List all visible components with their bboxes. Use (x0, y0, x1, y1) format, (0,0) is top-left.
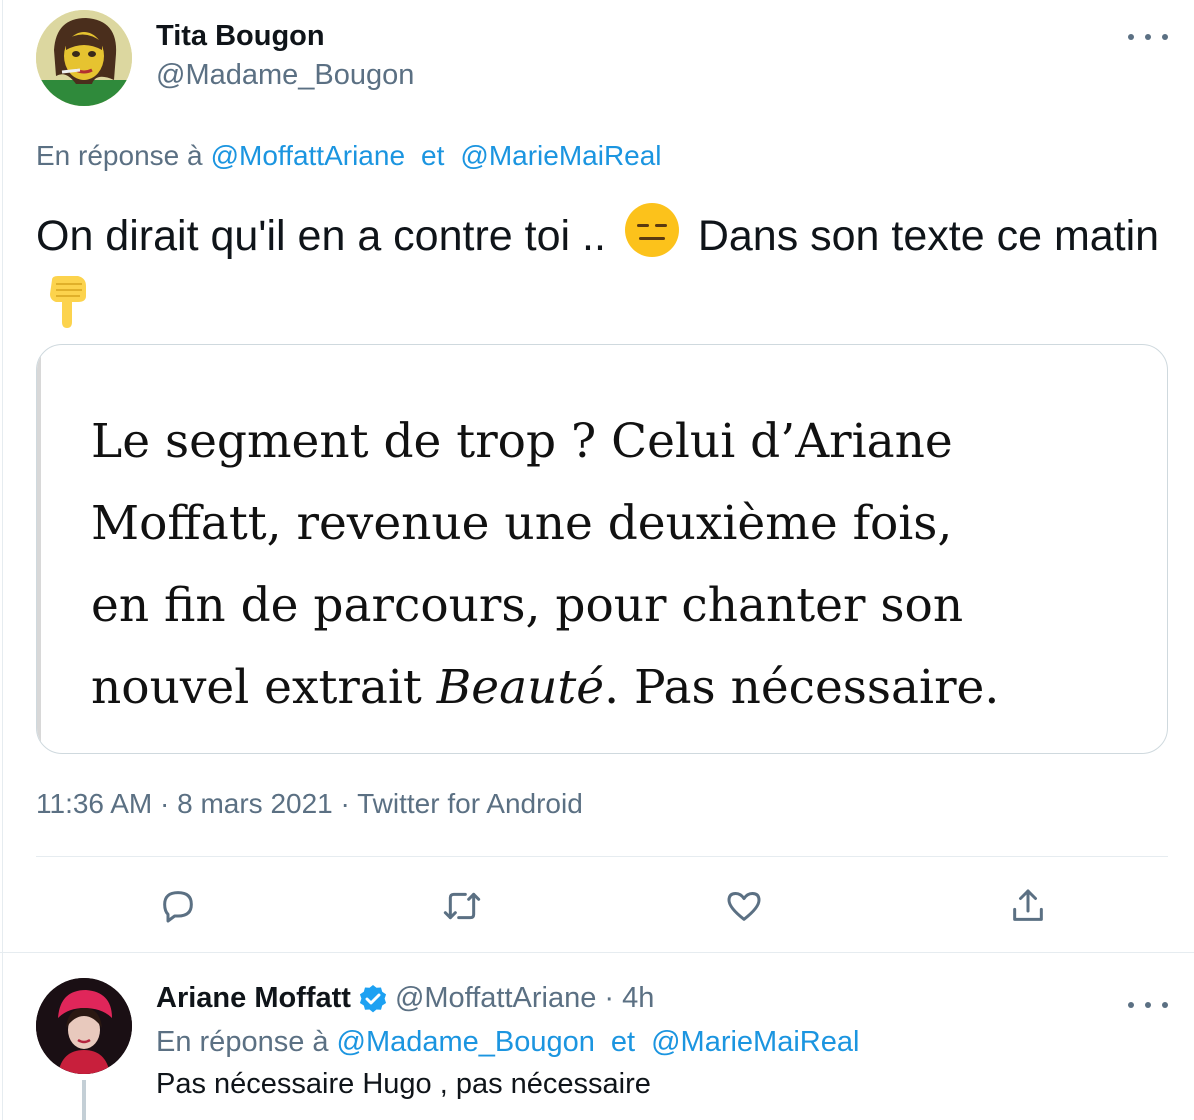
actions-divider (36, 856, 1168, 857)
reply-joiner: et (421, 140, 445, 171)
mention-link[interactable]: @MarieMaiReal (651, 1026, 859, 1058)
reply-context: En réponse à @Madame_Bougon et @MarieMaiRea… (156, 1026, 859, 1059)
more-icon[interactable] (1128, 22, 1168, 52)
retweet-icon[interactable] (440, 884, 484, 928)
author-handle[interactable]: @Madame_Bougon (156, 59, 414, 92)
media-quote-line: Le segment de trop ? Celui d’Ariane (91, 414, 953, 469)
backhand-index-pointing-down-emoji (42, 274, 94, 346)
mention-link[interactable]: @Madame_Bougon (337, 1026, 595, 1058)
like-icon[interactable] (722, 884, 766, 928)
share-icon[interactable] (1006, 884, 1050, 928)
media-quote-line: nouvel extrait Beauté. Pas nécessaire. (91, 647, 1131, 729)
main-tweet: Tita Bougon @Madame_Bougon En réponse à @… (0, 0, 1194, 953)
reply-header: Ariane Moffatt @MoffattAriane · 4h (156, 982, 654, 1015)
tweet-text-part-2: Dans son texte ce matin (697, 212, 1160, 260)
media-quote-line: en fin de parcours, pour chanter son (91, 578, 964, 633)
tweet-text: On dirait qu'il en a contre toi .. Dans … (36, 202, 1166, 346)
reply-tweet: Ariane Moffatt @MoffattAriane · 4h En ré… (0, 954, 1194, 1120)
reply-joiner: et (610, 1026, 636, 1058)
reply-icon[interactable] (156, 884, 200, 928)
media-edge (37, 345, 41, 753)
mention-link[interactable]: @MoffattAriane (211, 140, 405, 171)
media-quote-line: Moffatt, revenue une deuxième fois, (91, 496, 953, 551)
tweet-text-part-1: On dirait qu'il en a contre toi .. (36, 212, 606, 260)
author-handle-time[interactable]: @MoffattAriane · 4h (395, 982, 654, 1015)
media-image[interactable]: Le segment de trop ? Celui d’Ariane Moff… (36, 344, 1168, 754)
tweet-meta[interactable]: 11:36 AM · 8 mars 2021 · Twitter for And… (36, 788, 583, 820)
reply-prefix: En réponse à (36, 140, 203, 171)
reply-text: Pas nécessaire Hugo , pas nécessaire (156, 1068, 651, 1100)
avatar[interactable] (36, 978, 132, 1074)
reply-prefix: En réponse à (156, 1026, 329, 1058)
media-quote-text: Le segment de trop ? Celui d’Ariane Moff… (91, 401, 1131, 729)
author-name[interactable]: Ariane Moffatt (156, 982, 351, 1015)
author-name[interactable]: Tita Bougon (156, 20, 325, 53)
media-quote-italic: Beauté (436, 660, 605, 715)
expressionless-face-emoji (624, 202, 680, 274)
more-icon[interactable] (1128, 990, 1168, 1020)
media-quote-suffix: . Pas nécessaire. (604, 660, 1000, 715)
avatar[interactable] (36, 10, 132, 106)
media-quote-prefix: nouvel extrait (91, 660, 437, 715)
reply-context: En réponse à @MoffattAriane et @MarieMaiRea… (36, 140, 662, 172)
mention-link[interactable]: @MarieMaiReal (460, 140, 661, 171)
verified-badge-icon (357, 983, 389, 1015)
thread-line (82, 1080, 86, 1120)
